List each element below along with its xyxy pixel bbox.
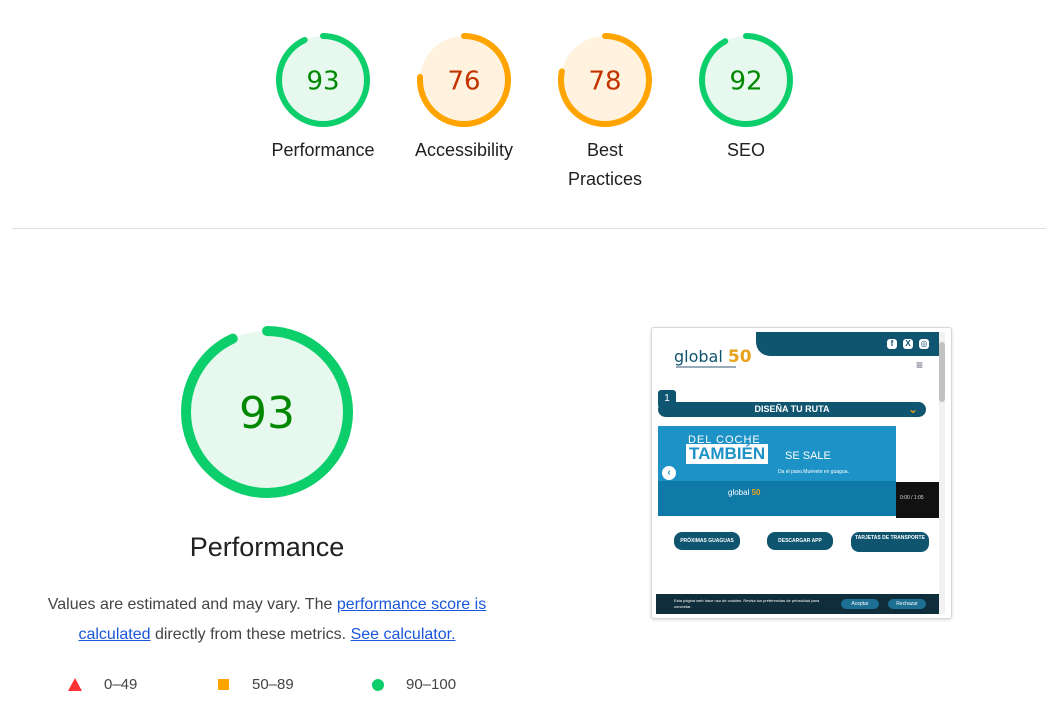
performance-title: Performance (189, 532, 345, 562)
logo-text: global (674, 347, 723, 366)
banner-tagline: Da el paso.Muévete en guagua. (778, 469, 849, 475)
gauge-label: Performance (271, 140, 375, 160)
cookie-reject: Rechazar (888, 599, 926, 609)
logo-subline (676, 366, 736, 368)
section-divider (12, 228, 1046, 229)
instagram-icon: ◎ (919, 339, 929, 349)
gauge-label: Accessibility (414, 140, 514, 160)
page-screenshot-thumbnail[interactable]: f X ◎ global 50 ≡ 1 DISEÑA TU RUTA ⌄ DEL… (651, 327, 952, 619)
video-time: 0:00 / 1:05 (900, 495, 924, 501)
performance-description: Values are estimated and may vary. The p… (30, 590, 504, 650)
thumbnail-scrollbar (939, 332, 945, 614)
x-icon: X (903, 339, 913, 349)
gauge-accessibility[interactable]: 76 Accessibility (394, 30, 534, 165)
site-button: DESCARGAR APP (767, 532, 833, 550)
banner-logo-text: global (728, 488, 750, 497)
cookie-banner: Esta página web hace uso de cookies. Rev… (656, 594, 939, 614)
facebook-icon: f (887, 339, 897, 349)
site-header: f X ◎ global 50 ≡ (656, 332, 939, 377)
gauge-ring: 93 (276, 33, 370, 127)
pass-circle-icon (372, 679, 384, 691)
gauge-score: 78 (588, 66, 621, 96)
menu-icon: ≡ (915, 358, 923, 372)
gauge-best-practices[interactable]: 78 Best Practices (535, 30, 675, 194)
legend-pass: 90–100 (406, 676, 457, 693)
route-label: DISEÑA TU RUTA (754, 404, 830, 414)
gauge-score: 93 (306, 66, 339, 96)
gauge-label: Best Practices (567, 140, 643, 189)
route-bar: DISEÑA TU RUTA ⌄ (658, 402, 926, 417)
desc-middle: directly from these metrics. (150, 626, 351, 643)
site-button: TARJETAS DE TRANSPORTE (851, 532, 929, 552)
chevron-down-icon: ⌄ (907, 402, 918, 416)
gauge-score: 76 (447, 66, 480, 96)
cookie-text: Esta página web hace uso de cookies. Rev… (674, 598, 820, 609)
gauge-score: 92 (729, 66, 762, 96)
gauge-ring: 76 (417, 33, 511, 127)
legend-fail: 0–49 (104, 676, 138, 693)
gauge-seo[interactable]: 92 SEO (676, 30, 816, 165)
hero-banner: DEL COCHE TAMBIÉN SE SALE Da el paso.Mué… (658, 426, 896, 516)
banner-logo-badge: 50 (751, 488, 761, 497)
gauge-ring: 78 (558, 33, 652, 127)
gauge-label: SEO (726, 140, 765, 160)
cookie-accept: Aceptar (841, 599, 879, 609)
gauge-score: 93 (239, 388, 295, 439)
legend-average: 50–89 (252, 676, 294, 693)
site-button: PRÓXIMAS GUAGUAS (674, 532, 740, 550)
gauge-ring: 92 (699, 33, 793, 127)
banner-line3: SE SALE (785, 450, 831, 462)
logo-badge: 50 (727, 347, 752, 367)
chevron-left-icon: ‹ (662, 466, 676, 480)
screenshot-content: f X ◎ global 50 ≡ 1 DISEÑA TU RUTA ⌄ DEL… (656, 332, 939, 614)
banner-logo: global 50 (728, 488, 761, 497)
site-logo: global 50 (674, 347, 752, 367)
desc-prefix: Values are estimated and may vary. The (47, 596, 337, 613)
see-calculator-link[interactable]: See calculator. (351, 626, 456, 643)
banner-stripe (658, 481, 896, 516)
gauge-performance[interactable]: 93 Performance (253, 30, 393, 165)
average-square-icon (218, 679, 229, 690)
banner-line2: TAMBIÉN (686, 444, 769, 464)
video-player: 0:00 / 1:05 (896, 482, 939, 518)
performance-main-gauge: 93 (181, 326, 353, 498)
fail-triangle-icon (68, 678, 82, 691)
site-topbar: f X ◎ (756, 332, 939, 356)
